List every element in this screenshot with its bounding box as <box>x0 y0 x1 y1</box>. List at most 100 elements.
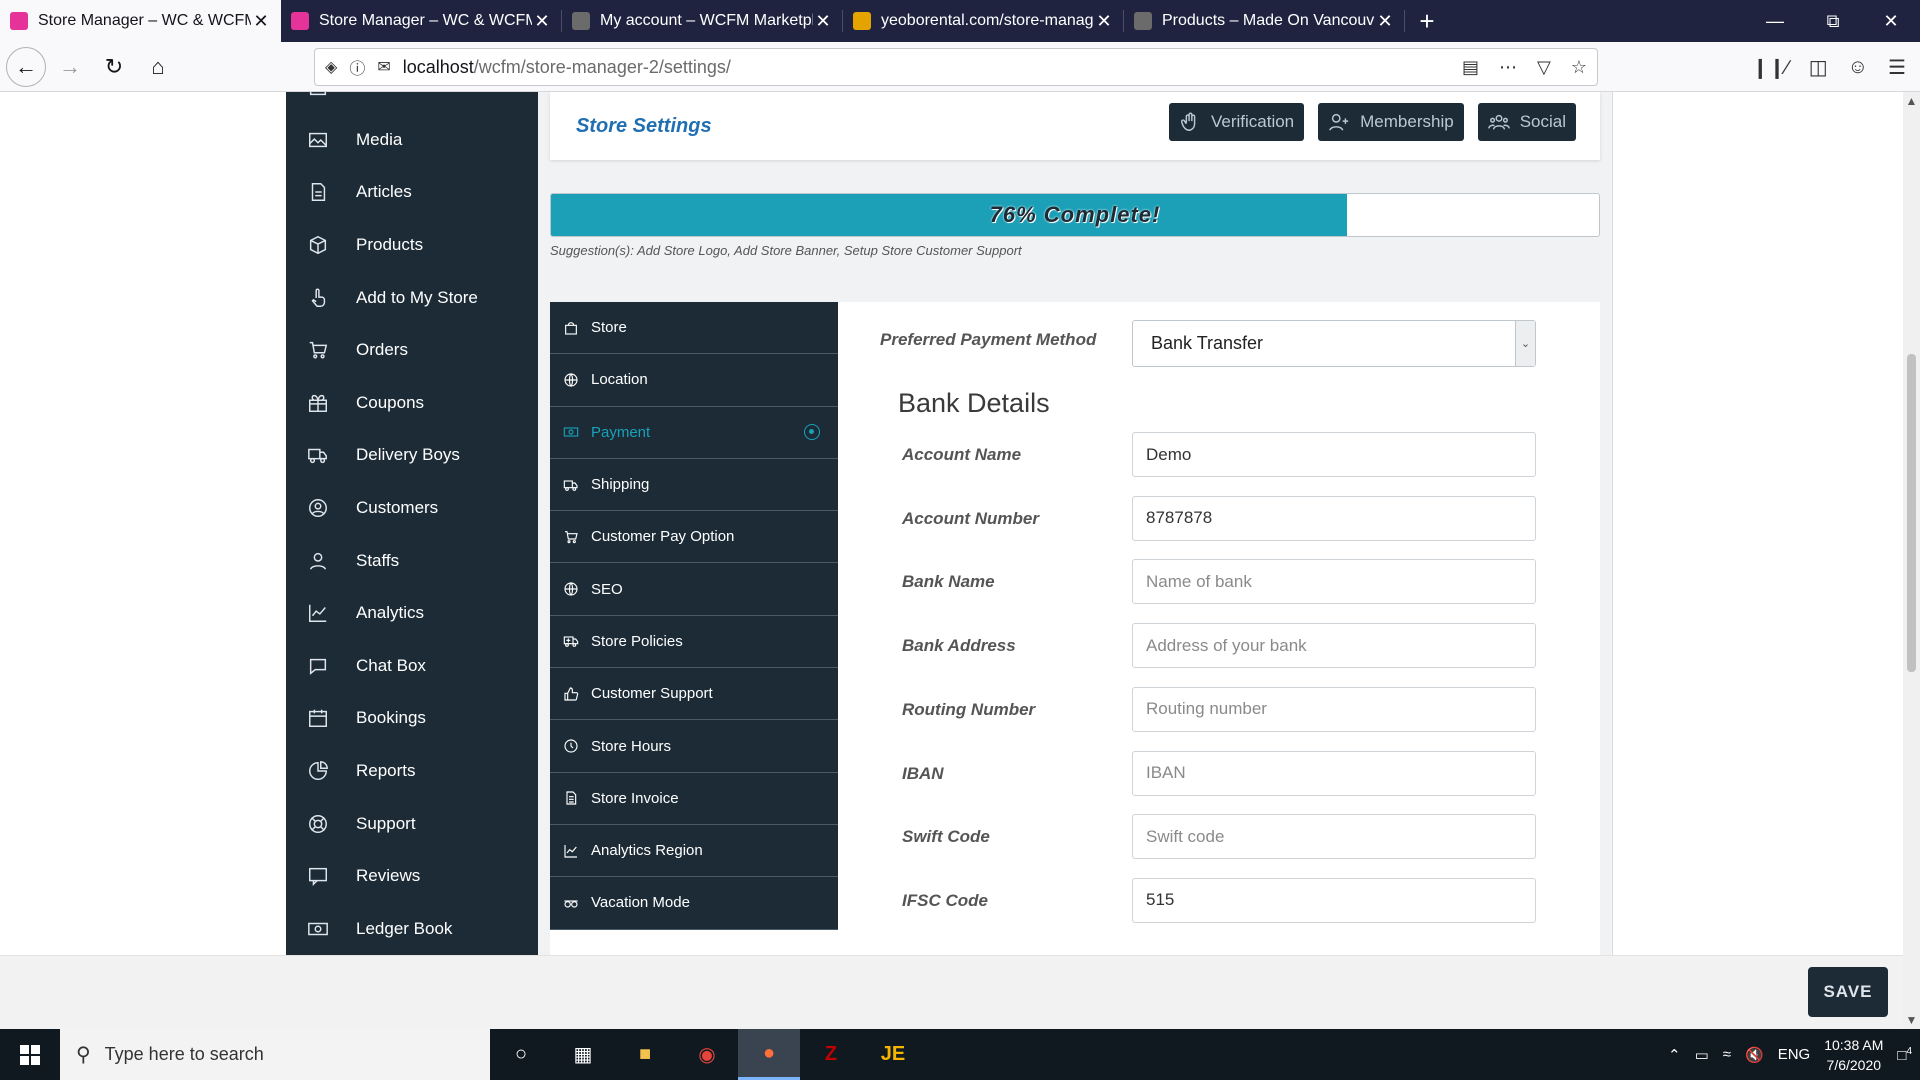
sidebar-item-staffs[interactable]: Staffs <box>286 534 538 587</box>
file-explorer-icon[interactable]: ■ <box>614 1029 676 1080</box>
library-icon[interactable]: ❙❙∕ <box>1752 55 1789 80</box>
jetbrains-icon[interactable]: JE <box>862 1029 924 1080</box>
sidebar-item-home[interactable]: Home <box>286 92 538 114</box>
browser-tab[interactable]: yeoborental.com/store-manag ✕ <box>843 0 1124 42</box>
forward-button[interactable]: → <box>50 47 90 87</box>
sidebar-item-orders[interactable]: Orders <box>286 324 538 377</box>
tab-close-icon[interactable]: ✕ <box>532 11 552 32</box>
task-view-icon[interactable]: ▦ <box>552 1029 614 1080</box>
life-ring-icon <box>306 812 330 836</box>
tab-close-icon[interactable]: ✕ <box>251 11 271 32</box>
page-scrollbar[interactable]: ▲ ▼ <box>1903 92 1920 1029</box>
tab-close-icon[interactable]: ✕ <box>1375 11 1395 32</box>
sidebar-item-bookings[interactable]: Bookings <box>286 692 538 745</box>
verification-button[interactable]: Verification <box>1168 103 1305 141</box>
sidebar-item-support[interactable]: Support <box>286 797 538 850</box>
account-number-input[interactable] <box>1132 495 1536 541</box>
reload-button[interactable]: ↻ <box>94 47 134 87</box>
sidebar-item-analytics[interactable]: Analytics <box>286 587 538 640</box>
chrome-icon[interactable]: ◉ <box>676 1029 738 1080</box>
url-bar[interactable]: ◈ ⓘ ✉ localhost/wcfm/store-manager-2/set… <box>314 48 1598 86</box>
sidebar-item-coupons[interactable]: Coupons <box>286 377 538 430</box>
tab-store-invoice[interactable]: Store Invoice <box>550 772 838 825</box>
file-icon <box>562 789 580 807</box>
sidebar-item-products[interactable]: Products <box>286 219 538 272</box>
sidebar-item-reviews[interactable]: Reviews <box>286 850 538 903</box>
sidebar-item-articles[interactable]: Articles <box>286 166 538 219</box>
sidebar-item-delivery-boys[interactable]: Delivery Boys <box>286 429 538 482</box>
sidebar-item-add-to-my-store[interactable]: Add to My Store <box>286 271 538 324</box>
browser-tab[interactable]: My account – WCFM Marketpla ✕ <box>562 0 843 42</box>
bank-name-label: Bank Name <box>902 572 995 592</box>
taskbar-search[interactable]: ⚲ Type here to search <box>60 1029 490 1080</box>
tab-store[interactable]: Store <box>550 302 838 355</box>
scroll-up-arrow[interactable]: ▲ <box>1903 94 1920 108</box>
wifi-icon[interactable]: ≈ <box>1723 1046 1731 1063</box>
pocket-icon[interactable]: ▽ <box>1537 57 1551 78</box>
cortana-icon[interactable]: ○ <box>490 1029 552 1080</box>
bookmark-star-icon[interactable]: ☆ <box>1571 57 1587 78</box>
battery-icon[interactable]: ▭ <box>1695 1046 1709 1064</box>
firefox-icon[interactable]: ● <box>738 1029 800 1080</box>
shield-icon[interactable]: ◈ <box>325 57 337 77</box>
clock[interactable]: 10:38 AM 7/6/2020 <box>1824 1035 1883 1075</box>
tab-store-policies[interactable]: Store Policies <box>550 615 838 669</box>
sidebar-item-media[interactable]: Media <box>286 114 538 167</box>
info-icon[interactable]: ⓘ <box>349 55 365 79</box>
routing-number-input[interactable] <box>1132 686 1536 732</box>
sidebar-item-reports[interactable]: Reports <box>286 745 538 798</box>
tab-location[interactable]: Location <box>550 354 838 407</box>
sidebar-item-ledger-book[interactable]: Ledger Book <box>286 903 538 956</box>
iban-input[interactable] <box>1132 750 1536 796</box>
browser-tab[interactable]: Store Manager – WC & WCFM ✕ <box>0 0 281 42</box>
scroll-down-arrow[interactable]: ▼ <box>1903 1013 1920 1027</box>
sidebar-item-chat-box[interactable]: Chat Box <box>286 640 538 693</box>
scrollbar-thumb[interactable] <box>1907 354 1916 672</box>
permissions-icon[interactable]: ✉ <box>377 57 390 77</box>
restore-button[interactable]: ⧉ <box>1804 0 1862 42</box>
social-button[interactable]: Social <box>1477 103 1576 141</box>
account-icon[interactable]: ☺ <box>1848 56 1868 79</box>
start-button[interactable] <box>0 1029 60 1080</box>
bank-name-input[interactable] <box>1132 559 1536 605</box>
bank-address-input[interactable] <box>1132 623 1536 669</box>
reader-view-icon[interactable]: ▤ <box>1462 57 1479 78</box>
language-indicator[interactable]: ENG <box>1778 1046 1811 1063</box>
membership-button[interactable]: Membership <box>1318 103 1464 141</box>
tab-seo[interactable]: SEO <box>550 563 838 616</box>
notifications-icon[interactable]: □4 <box>1897 1046 1912 1064</box>
tab-close-icon[interactable]: ✕ <box>1094 11 1114 32</box>
calendar-icon <box>309 710 327 728</box>
home-button[interactable]: ⌂ <box>138 47 178 87</box>
sidebar-toggle-icon[interactable]: ◫ <box>1809 55 1828 80</box>
back-button[interactable]: ← <box>6 46 46 87</box>
menu-icon[interactable]: ☰ <box>1888 55 1906 80</box>
volume-muted-icon[interactable]: 🔇 <box>1745 1046 1764 1064</box>
new-tab-button[interactable]: + <box>1405 0 1449 42</box>
preferred-payment-select[interactable]: Bank Transfer ⌄ <box>1132 320 1536 367</box>
save-button[interactable]: SAVE <box>1808 967 1888 1017</box>
tab-customer-support[interactable]: Customer Support <box>550 668 838 721</box>
tab-customer-pay-option[interactable]: Customer Pay Option <box>550 511 838 564</box>
ifsc-code-input[interactable] <box>1132 877 1536 923</box>
cart-icon <box>306 338 330 362</box>
tab-analytics-region[interactable]: Analytics Region <box>550 824 838 878</box>
chevron-up-icon[interactable]: ⌃ <box>1668 1046 1681 1064</box>
browser-tab[interactable]: Store Manager – WC & WCFM ✕ <box>281 0 562 42</box>
swift-code-input[interactable] <box>1132 814 1536 860</box>
close-window-button[interactable]: ✕ <box>1862 0 1920 42</box>
filezilla-icon[interactable]: Z <box>800 1029 862 1080</box>
calendar-icon <box>306 706 330 730</box>
user-plus-icon <box>1329 113 1349 131</box>
tab-shipping[interactable]: Shipping <box>550 458 838 512</box>
sidebar-item-customers[interactable]: Customers <box>286 482 538 535</box>
tab-payment[interactable]: Payment <box>550 406 838 459</box>
tab-store-hours[interactable]: Store Hours <box>550 720 838 773</box>
tab-close-icon[interactable]: ✕ <box>813 11 833 32</box>
preferred-payment-label: Preferred Payment Method <box>880 330 1097 349</box>
account-name-input[interactable] <box>1132 432 1536 477</box>
minimize-button[interactable]: — <box>1746 0 1804 42</box>
browser-tab[interactable]: Products – Made On Vancouver ✕ <box>1124 0 1405 42</box>
tab-vacation-mode[interactable]: Vacation Mode <box>550 877 838 930</box>
page-actions-icon[interactable]: ⋯ <box>1499 57 1517 78</box>
